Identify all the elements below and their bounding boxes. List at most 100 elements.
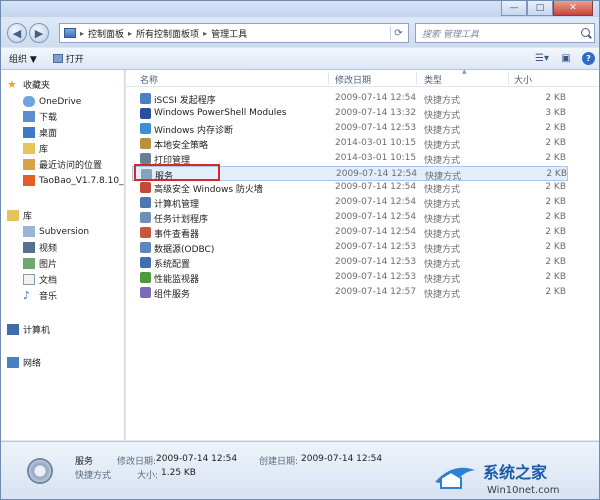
video-icon [23, 242, 35, 253]
column-size[interactable]: 大小 [514, 73, 532, 86]
file-type: 快捷方式 [424, 259, 461, 270]
file-row[interactable]: Windows 内存诊断 2009-07-14 12:53 快捷方式 2 KB [132, 121, 568, 136]
preview-pane-icon[interactable]: ▣ [558, 50, 574, 66]
column-divider[interactable] [328, 72, 329, 85]
refresh-button[interactable]: ⟳ [390, 26, 406, 40]
file-size: 2 KB [545, 256, 566, 267]
nav-item-downloads[interactable]: 下载 [23, 109, 57, 124]
file-row[interactable]: 事件查看器 2009-07-14 12:54 快捷方式 2 KB [132, 225, 568, 240]
breadcrumb-control-panel[interactable]: 控制面板 [88, 27, 124, 40]
close-button[interactable]: ✕ [553, 1, 593, 16]
nav-computer[interactable]: 计算机 [7, 322, 50, 337]
nav-item-onedrive[interactable]: OneDrive [23, 94, 81, 109]
nav-item-pictures[interactable]: 图片 [23, 256, 57, 271]
address-bar[interactable]: ▸ 控制面板 ▸ 所有控制面板项 ▸ 管理工具 ⟳ [59, 23, 409, 43]
nav-item-music[interactable]: ♪ 音乐 [23, 288, 57, 303]
file-type: 快捷方式 [424, 245, 461, 255]
open-label: 打开 [65, 55, 84, 65]
file-row[interactable]: 本地安全策略 2014-03-01 10:15 快捷方式 2 KB [132, 136, 568, 151]
shortcut-file-icon [140, 256, 151, 268]
breadcrumb-separator-icon: ▸ [203, 28, 208, 38]
column-divider[interactable] [416, 72, 417, 85]
file-size: 2 KB [545, 122, 566, 133]
file-size: 2 KB [545, 212, 566, 223]
file-size: 2 KB [545, 197, 566, 208]
column-name[interactable]: 名称 [140, 73, 158, 86]
shortcut-file-icon [140, 122, 151, 134]
help-icon[interactable]: ? [582, 51, 595, 65]
detail-created-label: 创建日期: [259, 457, 299, 467]
file-row[interactable]: 计算机管理 2009-07-14 12:54 快捷方式 2 KB [132, 195, 568, 210]
file-name: 数据源(ODBC) [154, 245, 215, 255]
detail-created: 2009-07-14 12:54 [301, 454, 383, 464]
title-bar: — □ ✕ [1, 1, 599, 17]
nav-libraries[interactable]: 库 [7, 208, 32, 223]
file-row[interactable]: iSCSI 发起程序 2009-07-14 12:54 快捷方式 2 KB [132, 91, 568, 106]
file-row[interactable]: 高级安全 Windows 防火墙 2009-07-14 12:54 快捷方式 2 KB [132, 180, 568, 195]
file-date: 2009-07-14 12:54 [335, 182, 417, 193]
file-list: 名称 修改日期 类型 ▲ 大小 iSCSI 发起程序 2009-07-14 12:… [126, 68, 599, 440]
file-date: 2009-07-14 12:54 [335, 227, 417, 238]
search-input[interactable]: 搜索 管理工具 [415, 23, 595, 43]
file-size: 3 KB [545, 107, 566, 118]
file-row[interactable]: 组件服务 2009-07-14 12:57 快捷方式 2 KB [132, 285, 568, 300]
file-row[interactable]: 系统配置 2009-07-14 12:53 快捷方式 2 KB [132, 255, 568, 270]
open-button[interactable]: 打开 [45, 50, 92, 68]
shortcut-file-icon [140, 137, 151, 149]
file-type: 快捷方式 [424, 289, 461, 300]
detail-name: 服务 [75, 457, 94, 467]
breadcrumb-admin-tools[interactable]: 管理工具 [211, 27, 247, 40]
highlight-box [134, 164, 220, 181]
view-options-icon[interactable]: ☰▾ [534, 50, 550, 66]
services-gear-icon [27, 458, 53, 484]
nav-item-subversion[interactable]: Subversion [23, 224, 89, 239]
nav-label: 音乐 [39, 292, 58, 302]
column-date[interactable]: 修改日期 [335, 73, 371, 86]
library-icon [23, 143, 35, 154]
file-name: 事件查看器 [154, 230, 200, 241]
back-button[interactable]: ◀ [7, 23, 27, 43]
shortcut-file-icon [140, 197, 151, 209]
detail-size: 1.25 KB [161, 468, 196, 478]
file-row[interactable]: 数据源(ODBC) 2009-07-14 12:53 快捷方式 2 KB [132, 240, 568, 255]
file-row[interactable]: 任务计划程序 2009-07-14 12:54 快捷方式 2 KB [132, 210, 568, 225]
network-icon [7, 357, 19, 368]
file-date: 2009-07-14 12:54 [335, 93, 417, 103]
breadcrumb-all-items[interactable]: 所有控制面板项 [136, 27, 199, 40]
file-row[interactable]: Windows PowerShell Modules 2009-07-14 13:… [132, 106, 568, 121]
nav-item-documents[interactable]: 文档 [23, 272, 57, 287]
file-type: 快捷方式 [424, 215, 461, 226]
nav-item-taobao[interactable]: TaoBao_V1.7.8.10_ [23, 173, 124, 188]
organize-button[interactable]: 组织 ▼ [1, 50, 45, 68]
nav-label: OneDrive [39, 96, 82, 107]
minimize-button[interactable]: — [501, 1, 527, 16]
nav-label: 最近访问的位置 [39, 161, 103, 171]
search-icon[interactable] [581, 28, 590, 37]
breadcrumb-separator-icon: ▸ [80, 28, 85, 38]
subversion-icon [23, 226, 35, 237]
file-name: iSCSI 发起程序 [154, 96, 216, 106]
file-date: 2014-03-01 10:15 [335, 152, 417, 163]
maximize-button[interactable]: □ [527, 1, 553, 16]
column-divider[interactable] [508, 72, 509, 85]
forward-button[interactable]: ▶ [29, 23, 49, 43]
star-icon: ★ [7, 78, 17, 91]
nav-item-library[interactable]: 库 [23, 141, 48, 156]
shortcut-file-icon [140, 107, 151, 119]
download-folder-icon [23, 111, 35, 122]
file-size: 2 KB [545, 286, 566, 297]
nav-item-desktop[interactable]: 桌面 [23, 125, 57, 140]
column-type[interactable]: 类型 [424, 73, 442, 86]
file-row[interactable]: 性能监视器 2009-07-14 12:53 快捷方式 2 KB [132, 270, 568, 285]
nav-network[interactable]: 网络 [7, 355, 41, 370]
breadcrumb-separator-icon: ▸ [128, 28, 133, 38]
file-date: 2009-07-14 12:53 [335, 242, 417, 252]
shortcut-file-icon [140, 182, 151, 194]
sort-arrow-icon: ▲ [462, 68, 467, 75]
nav-item-videos[interactable]: 视频 [23, 240, 57, 255]
file-name: Windows 内存诊断 [154, 125, 234, 136]
file-size: 2 KB [545, 137, 566, 148]
nav-favorites[interactable]: ★ 收藏夹 [7, 77, 50, 92]
nav-item-recent-places[interactable]: 最近访问的位置 [23, 157, 102, 172]
organize-label: 组织 ▼ [9, 55, 37, 65]
